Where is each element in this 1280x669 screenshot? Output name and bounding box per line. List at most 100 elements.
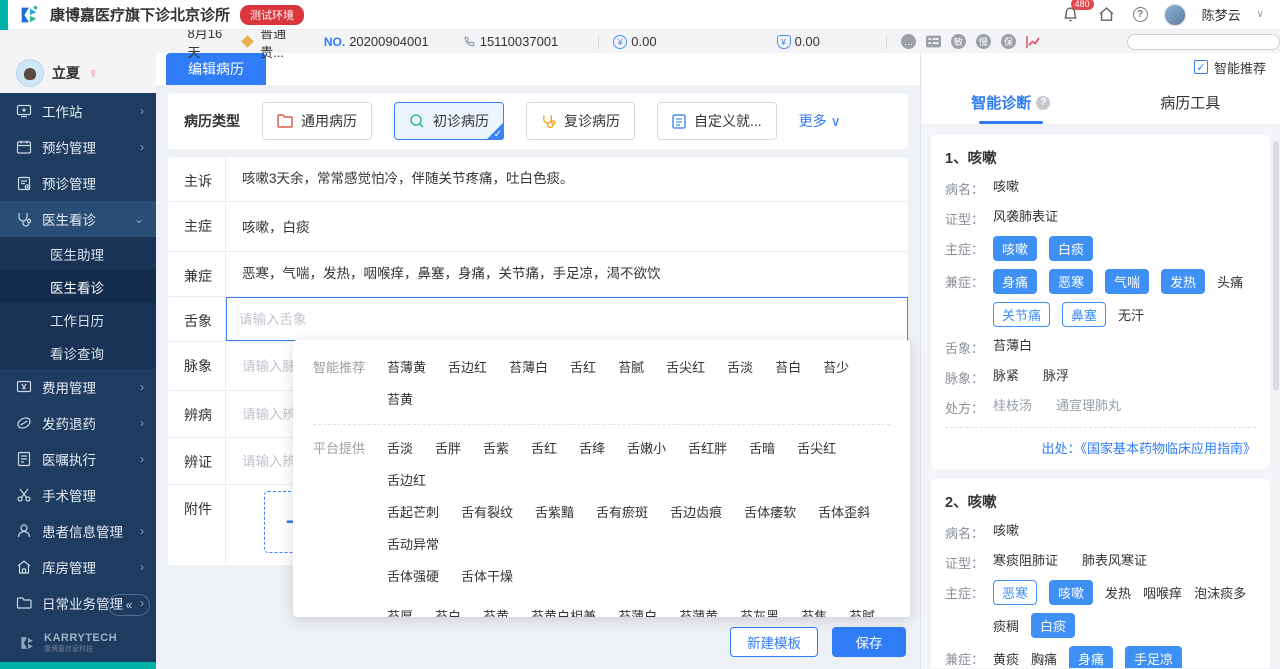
- tongue-option[interactable]: 舌淡: [387, 437, 413, 461]
- tongue-option[interactable]: 苔灰黑: [740, 605, 779, 617]
- save-button[interactable]: 保存: [832, 627, 906, 657]
- sidebar-subitem-doctor-visit[interactable]: 医生看诊: [0, 270, 156, 303]
- tongue-option[interactable]: 舌红: [570, 356, 596, 380]
- search-input[interactable]: [1127, 34, 1280, 50]
- user-name[interactable]: 陈梦云: [1202, 5, 1241, 24]
- new-template-button[interactable]: 新建模板: [730, 627, 818, 657]
- tongue-option[interactable]: 苔薄黄: [387, 356, 426, 380]
- tongue-option[interactable]: 舌边红: [387, 469, 426, 493]
- field-main-symptoms[interactable]: 咳嗽，白痰: [226, 202, 908, 251]
- symptom-tag[interactable]: 身痛: [1069, 646, 1113, 668]
- tongue-option[interactable]: 苔薄白: [509, 356, 548, 380]
- type-button-custom[interactable]: 自定义就...: [657, 102, 777, 140]
- field-accompanying-symptoms[interactable]: 恶寒，气喘，发热，咽喉痒，鼻塞，身痛，关节痛，手足凉，渴不欲饮: [226, 252, 908, 296]
- sidebar-subitem-doctor-assistant[interactable]: 医生助理: [0, 237, 156, 270]
- symptom-tag[interactable]: 手足凉: [1125, 646, 1182, 668]
- sidebar-item-dispense[interactable]: 发药退药 ›: [0, 405, 156, 441]
- tongue-option[interactable]: 苔薄白: [618, 605, 657, 617]
- insurance-badge[interactable]: 保: [1001, 34, 1016, 49]
- user-avatar[interactable]: [1164, 4, 1186, 26]
- symptom-tag[interactable]: 鼻塞: [1062, 302, 1106, 327]
- tongue-option[interactable]: 苔黄: [387, 388, 413, 412]
- tongue-option[interactable]: 舌有瘀斑: [596, 501, 648, 525]
- symptom-tag[interactable]: 气喘: [1105, 269, 1149, 294]
- smart-recommend-checkbox[interactable]: ✓: [1194, 60, 1208, 74]
- tongue-option[interactable]: 舌暗: [749, 437, 775, 461]
- symptom-tag[interactable]: 恶寒: [993, 580, 1037, 605]
- tab-record-tools[interactable]: 病历工具: [1101, 81, 1280, 124]
- symptom-tag[interactable]: 白痰: [1049, 236, 1093, 261]
- sidebar-item-order-execution[interactable]: 医嘱执行 ›: [0, 441, 156, 477]
- sidebar-collapse-button[interactable]: «: [108, 594, 150, 616]
- sidebar-item-workstation[interactable]: 工作站 ›: [0, 93, 156, 129]
- tongue-option[interactable]: 舌尖红: [666, 356, 705, 380]
- tongue-option[interactable]: 舌边红: [448, 356, 487, 380]
- allergy-badge[interactable]: 敏: [951, 34, 966, 49]
- sidebar-item-appointments[interactable]: 预约管理 ›: [0, 129, 156, 165]
- tongue-option[interactable]: 舌嫩小: [627, 437, 666, 461]
- sidebar-subitem-visit-query[interactable]: 看诊查询: [0, 336, 156, 369]
- tongue-option[interactable]: 舌有裂纹: [461, 501, 513, 525]
- tongue-option[interactable]: 苔焦: [801, 605, 827, 617]
- more-tags-icon[interactable]: …: [901, 34, 916, 49]
- sidebar-item-warehouse[interactable]: 库房管理 ›: [0, 549, 156, 585]
- symptom-tag[interactable]: 关节痛: [993, 302, 1050, 327]
- symptom-tag[interactable]: 发热: [1161, 269, 1205, 294]
- type-button-follow-up[interactable]: 复诊病历: [526, 102, 635, 140]
- tongue-option[interactable]: 苔白: [775, 356, 801, 380]
- tongue-option[interactable]: 舌淡: [727, 356, 753, 380]
- tongue-option[interactable]: 苔少: [823, 356, 849, 380]
- tongue-option[interactable]: 舌动异常: [387, 533, 439, 557]
- tongue-option[interactable]: 苔黄: [483, 605, 509, 617]
- tongue-option[interactable]: 苔黄白相兼: [531, 605, 596, 617]
- list-icon[interactable]: [926, 35, 941, 48]
- type-button-first-visit[interactable]: 初诊病历 ✓: [394, 102, 504, 140]
- tongue-option[interactable]: 舌红: [531, 437, 557, 461]
- help-icon[interactable]: ?: [1133, 7, 1148, 22]
- sidebar-item-surgery[interactable]: 手术管理: [0, 477, 156, 513]
- field-chief-complaint[interactable]: 咳嗽3天余，常常感觉怕冷，伴随关节疼痛，吐白色痰。: [226, 157, 908, 201]
- tongue-option[interactable]: 苔薄黄: [679, 605, 718, 617]
- tongue-input[interactable]: [226, 297, 908, 341]
- tongue-option[interactable]: 舌边齿痕: [670, 501, 722, 525]
- tongue-option[interactable]: 舌红胖: [688, 437, 727, 461]
- sidebar-item-doctor-visit[interactable]: 医生看诊 ⌄: [0, 201, 156, 237]
- user-menu-chevron-down-icon[interactable]: ∨: [1257, 9, 1264, 20]
- tongue-option[interactable]: 舌绛: [579, 437, 605, 461]
- sidebar-subitem-work-calendar[interactable]: 工作日历: [0, 303, 156, 336]
- more-types-link[interactable]: 更多 ∨: [799, 111, 841, 131]
- home-icon[interactable]: [1097, 5, 1117, 25]
- tongue-option[interactable]: 舌体歪斜: [818, 501, 870, 525]
- trend-chart-icon[interactable]: [1026, 35, 1041, 49]
- tongue-option[interactable]: 舌紫: [483, 437, 509, 461]
- right-panel-scrollbar[interactable]: [1273, 141, 1279, 391]
- patient-chip[interactable]: 立夏 ♀: [0, 53, 156, 93]
- sidebar-item-fees[interactable]: 费用管理 ›: [0, 369, 156, 405]
- sidebar-item-patient-info[interactable]: 患者信息管理 ›: [0, 513, 156, 549]
- symptom-tag[interactable]: 身痛: [993, 269, 1037, 294]
- tongue-option[interactable]: 苔白: [435, 605, 461, 617]
- symptom-tag[interactable]: 白痰: [1031, 613, 1075, 638]
- symptom-tag[interactable]: 咳嗽: [1049, 580, 1093, 605]
- tongue-option[interactable]: 舌尖红: [797, 437, 836, 461]
- type-button-general[interactable]: 通用病历: [262, 102, 372, 140]
- sidebar-item-prediagnosis[interactable]: 预诊管理: [0, 165, 156, 201]
- prescription[interactable]: 桂枝汤: [993, 395, 1032, 414]
- tab-smart-diagnosis[interactable]: 智能诊断 ?: [921, 81, 1101, 124]
- tongue-option[interactable]: 舌起芒刺: [387, 501, 439, 525]
- notification-bell-icon[interactable]: 480: [1061, 5, 1081, 25]
- tongue-option[interactable]: 舌体痿软: [744, 501, 796, 525]
- tongue-option[interactable]: 苔腻: [849, 605, 875, 617]
- tongue-option[interactable]: 舌体干燥: [461, 565, 513, 589]
- tongue-option[interactable]: 苔腻: [618, 356, 644, 380]
- symptom-tag[interactable]: 恶寒: [1049, 269, 1093, 294]
- chronic-badge[interactable]: 慢: [976, 34, 991, 49]
- tongue-option[interactable]: 舌体强硬: [387, 565, 439, 589]
- diagnosis-help-icon[interactable]: ?: [1036, 96, 1050, 110]
- tongue-option[interactable]: 苔厚: [387, 605, 413, 617]
- symptom-tag[interactable]: 咳嗽: [993, 236, 1037, 261]
- tongue-option[interactable]: 舌胖: [435, 437, 461, 461]
- prescription[interactable]: 通宣理肺丸: [1056, 395, 1121, 414]
- tongue-option[interactable]: 舌紫黯: [535, 501, 574, 525]
- source-link[interactable]: 出处：《国家基本药物临床应用指南》: [945, 427, 1256, 457]
